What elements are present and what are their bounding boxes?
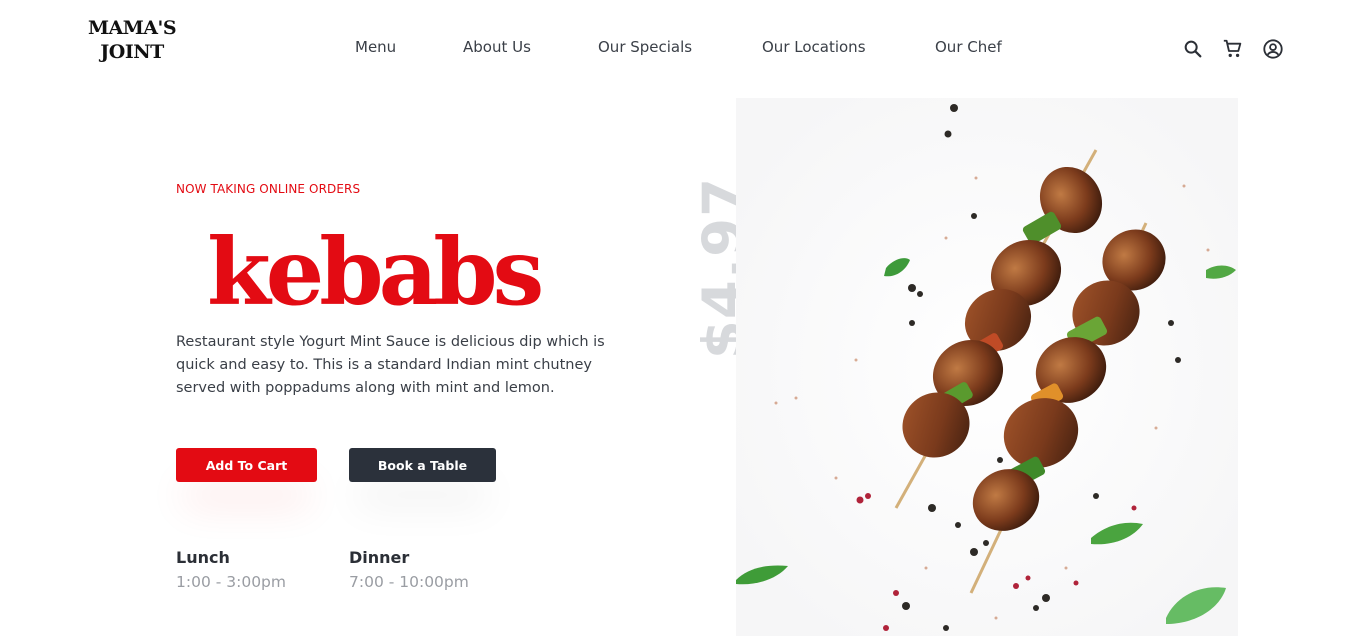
lunch-label: Lunch [176, 548, 230, 567]
dinner-hours: Dinner 7:00 - 10:00pm [349, 548, 469, 591]
book-table-button[interactable]: Book a Table [349, 448, 496, 482]
add-to-cart-button[interactable]: Add To Cart [176, 448, 317, 482]
nav-menu[interactable]: Menu [355, 38, 396, 56]
lunch-hours: Lunch 1:00 - 3:00pm [176, 548, 286, 591]
header-actions [1182, 38, 1284, 60]
kebab-image [736, 98, 1238, 636]
brand-line-1: MAMA'S [87, 17, 177, 39]
online-orders-tagline: NOW TAKING ONLINE ORDERS [176, 182, 361, 196]
cart-icon[interactable] [1222, 38, 1244, 60]
nav-our-specials[interactable]: Our Specials [598, 38, 692, 56]
dinner-time: 7:00 - 10:00pm [349, 573, 469, 591]
nav-our-chef[interactable]: Our Chef [935, 38, 1002, 56]
brand-line-2: JOINT [100, 41, 164, 63]
hero-title: kebabs [207, 218, 544, 326]
account-icon[interactable] [1262, 38, 1284, 60]
brand-logo[interactable]: MAMA'S JOINT [82, 16, 182, 64]
search-icon[interactable] [1182, 38, 1204, 60]
nav-about-us[interactable]: About Us [463, 38, 531, 56]
hero-description: Restaurant style Yogurt Mint Sauce is de… [176, 334, 605, 396]
dinner-label: Dinner [349, 548, 410, 567]
lunch-time: 1:00 - 3:00pm [176, 573, 286, 591]
nav-our-locations[interactable]: Our Locations [762, 38, 866, 56]
